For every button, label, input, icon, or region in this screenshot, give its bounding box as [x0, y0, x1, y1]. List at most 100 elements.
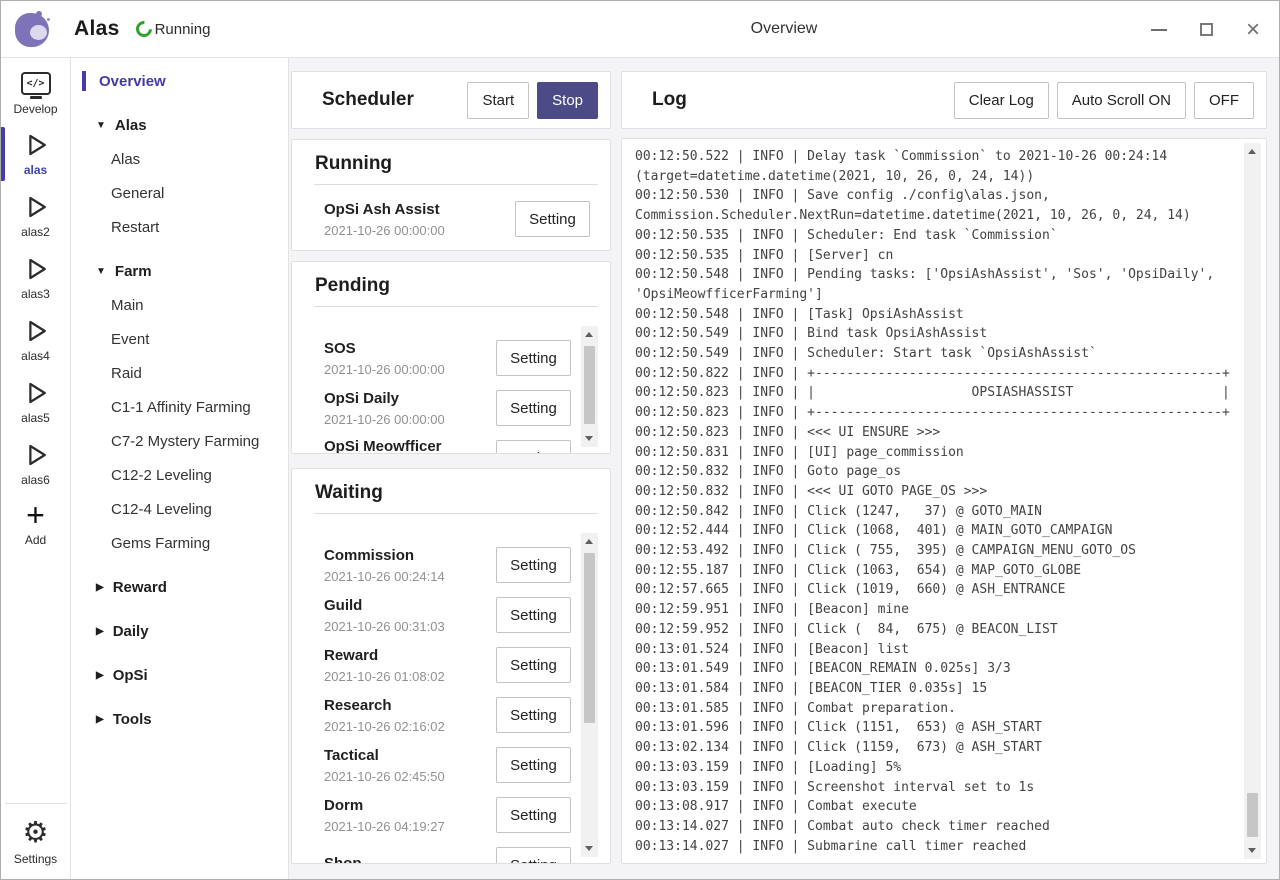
maximize-button[interactable]	[1196, 20, 1216, 40]
nav-item-label: Alas	[111, 151, 140, 168]
task-setting-button[interactable]: Setting	[496, 747, 571, 783]
task-setting-button[interactable]: Setting	[496, 597, 571, 633]
task-row: Shop Setting	[324, 840, 571, 863]
rail-item-label: alas3	[21, 287, 50, 301]
nav-item-label: General	[111, 185, 164, 202]
nav-item[interactable]: ▶ Reward	[71, 570, 288, 604]
nav-item[interactable]: C7-2 Mystery Farming	[71, 424, 288, 458]
log-line: 00:12:50.535 | INFO | [Server] cn	[635, 246, 1232, 266]
nav-group-arrow-icon: ▼	[96, 120, 106, 131]
nav-item[interactable]: General	[71, 176, 288, 210]
nav-item-label: Reward	[113, 579, 167, 596]
task-setting-button[interactable]: Setting	[515, 201, 590, 237]
play-icon	[21, 316, 51, 346]
stop-button[interactable]: Stop	[537, 82, 598, 119]
nav-item[interactable]: ▶ Daily	[71, 614, 288, 648]
log-line: 00:12:50.822 | INFO | +-----------------…	[635, 364, 1232, 384]
rail-item-profile[interactable]: alas4	[1, 309, 71, 371]
minimize-button[interactable]	[1149, 20, 1169, 40]
app-title: Alas	[74, 17, 120, 41]
rail-item-profile[interactable]: alas	[1, 123, 71, 185]
waiting-scrollbar[interactable]	[581, 533, 598, 857]
rail-item-label: alas6	[21, 473, 50, 487]
nav-item[interactable]: Overview	[71, 64, 288, 98]
task-row: Dorm 2021-10-26 04:19:27 Setting	[324, 790, 571, 840]
log-scrollbar[interactable]	[1244, 143, 1261, 859]
nav-item[interactable]: ▶ OpSi	[71, 658, 288, 692]
scrollbar-thumb[interactable]	[584, 346, 595, 424]
log-line: 00:12:57.665 | INFO | Click (1019, 660) …	[635, 580, 1232, 600]
auto-scroll-on-button[interactable]: Auto Scroll ON	[1057, 82, 1186, 119]
nav-item[interactable]: Restart	[71, 210, 288, 244]
rail-item-profile[interactable]: alas6	[1, 433, 71, 495]
scroll-down-icon[interactable]	[1244, 842, 1261, 859]
task-name: SOS	[324, 339, 445, 358]
task-row: Guild 2021-10-26 00:31:03 Setting	[324, 590, 571, 640]
log-line: 00:13:01.596 | INFO | Click (1151, 653) …	[635, 718, 1232, 738]
log-line: 00:12:50.548 | INFO | [Task] OpsiAshAssi…	[635, 305, 1232, 325]
divider	[314, 513, 598, 514]
pending-scrollbar[interactable]	[581, 326, 598, 447]
task-setting-button[interactable]: Setting	[496, 390, 571, 426]
nav-item[interactable]: ▼ Farm	[71, 254, 288, 288]
nav-item[interactable]: C1-1 Affinity Farming	[71, 390, 288, 424]
nav-panel: Overview ▼ Alas Alas General	[71, 58, 289, 879]
nav-item-label: C7-2 Mystery Farming	[111, 433, 259, 450]
divider	[314, 306, 598, 307]
auto-scroll-off-button[interactable]: OFF	[1194, 82, 1254, 119]
log-line: 00:12:50.831 | INFO | [UI] page_commissi…	[635, 443, 1232, 463]
scrollbar-thumb[interactable]	[1247, 793, 1258, 837]
rail-item-profile[interactable]: alas2	[1, 185, 71, 247]
nav-item[interactable]: Raid	[71, 356, 288, 390]
nav-group-arrow-icon: ▶	[96, 670, 104, 681]
pending-title: Pending	[292, 262, 610, 306]
rail-item-develop[interactable]: </> Develop	[1, 67, 71, 123]
rail-item-settings[interactable]: ⚙ Settings	[1, 812, 71, 873]
nav-item-label: Restart	[111, 219, 159, 236]
nav-item-label: C1-1 Affinity Farming	[111, 399, 251, 416]
task-setting-button[interactable]: Setting	[496, 547, 571, 583]
rail-item-add[interactable]: + Add	[1, 495, 71, 554]
scroll-up-icon[interactable]	[1244, 143, 1261, 160]
task-next-run-time: 2021-10-26 00:31:03	[324, 619, 445, 634]
scroll-up-icon[interactable]	[581, 533, 598, 550]
rail-item-profile[interactable]: alas3	[1, 247, 71, 309]
log-line: (target=datetime.datetime(2021, 10, 26, …	[635, 167, 1232, 187]
nav-item-label: Main	[111, 297, 144, 314]
rail-item-profile[interactable]: alas5	[1, 371, 71, 433]
task-setting-button[interactable]: Setting	[496, 340, 571, 376]
nav-item[interactable]: C12-4 Leveling	[71, 492, 288, 526]
task-row: SOS 2021-10-26 00:00:00 Setting	[324, 333, 571, 383]
play-icon	[21, 192, 51, 222]
nav-item[interactable]: Alas	[71, 142, 288, 176]
scroll-down-icon[interactable]	[581, 430, 598, 447]
develop-icon: </>	[21, 72, 51, 95]
log-line: 00:12:50.823 | INFO | +-----------------…	[635, 403, 1232, 423]
maximize-icon	[1200, 23, 1213, 36]
start-button[interactable]: Start	[467, 82, 529, 119]
nav-item-label: Event	[111, 331, 149, 348]
task-setting-button[interactable]: Setting	[496, 440, 571, 453]
task-setting-button[interactable]: Setting	[496, 697, 571, 733]
scroll-down-icon[interactable]	[581, 840, 598, 857]
nav-item[interactable]: Gems Farming	[71, 526, 288, 560]
nav-item[interactable]: Event	[71, 322, 288, 356]
log-line: 00:12:50.832 | INFO | Goto page_os	[635, 462, 1232, 482]
task-setting-button[interactable]: Setting	[496, 647, 571, 683]
nav-item[interactable]: Main	[71, 288, 288, 322]
log-line: 00:13:14.027 | INFO | Combat auto check …	[635, 817, 1232, 837]
scroll-up-icon[interactable]	[581, 326, 598, 343]
clear-log-button[interactable]: Clear Log	[954, 82, 1049, 119]
task-setting-button[interactable]: Setting	[496, 797, 571, 833]
log-line: 00:12:52.444 | INFO | Click (1068, 401) …	[635, 521, 1232, 541]
log-card: 00:12:50.522 | INFO | Delay task `Commis…	[621, 138, 1267, 864]
scrollbar-thumb[interactable]	[584, 553, 595, 723]
close-button[interactable]: ×	[1243, 20, 1263, 40]
nav-item[interactable]: ▶ Tools	[71, 702, 288, 736]
task-setting-button[interactable]: Setting	[496, 847, 571, 863]
nav-item[interactable]: ▼ Alas	[71, 108, 288, 142]
nav-item[interactable]: C12-2 Leveling	[71, 458, 288, 492]
log-line: 00:13:14.027 | INFO | Submarine call tim…	[635, 837, 1232, 857]
nav-item-label: C12-2 Leveling	[111, 467, 212, 484]
log-header-card: Log Clear Log Auto Scroll ON OFF	[621, 71, 1267, 129]
